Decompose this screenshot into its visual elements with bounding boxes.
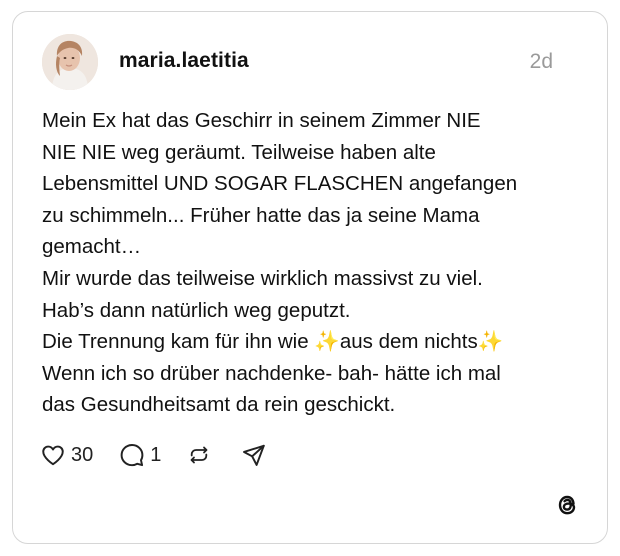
post-actions: 30 1 <box>40 440 267 470</box>
heart-icon <box>42 445 64 466</box>
post-line: gemacht… <box>42 235 142 259</box>
post-line: Wenn ich so drüber nachdenke- bah- hätte… <box>42 361 501 385</box>
like-count: 30 <box>71 443 94 466</box>
post-card: maria.laetitia 2d Mein Ex hat das Geschi… <box>12 11 608 544</box>
post-line: Mein Ex hat das Geschirr in seinem Zimme… <box>42 109 481 132</box>
post-line: zu schimmeln... Früher hatte das ja sein… <box>42 203 480 227</box>
post-line: Die Trennung kam für ihn wie ✨aus dem ni… <box>42 330 504 354</box>
avatar[interactable] <box>42 34 98 90</box>
threads-icon <box>558 495 576 515</box>
reply-count: 1 <box>150 443 162 466</box>
threads-logo-icon[interactable] <box>553 491 581 519</box>
comment-icon <box>120 444 144 467</box>
repost-icon <box>190 446 208 464</box>
avatar-photo <box>42 34 98 90</box>
post-timestamp: 2d <box>529 50 553 73</box>
post-line: NIE NIE weg geräumt. Teilweise haben alt… <box>42 140 436 164</box>
username[interactable]: maria.laetitia <box>119 49 249 73</box>
send-icon <box>243 444 266 466</box>
post-text: Mein Ex hat das Geschirr in seinem Zimme… <box>42 105 582 421</box>
post-line: das Gesundheitsamt da rein geschickt. <box>42 393 396 417</box>
post-line: Mir wurde das teilweise wirklich massivs… <box>42 266 483 290</box>
reply-button[interactable]: 1 <box>119 442 161 468</box>
repost-button[interactable] <box>187 443 211 467</box>
post-line: Lebensmittel UND SOGAR FLASCHEN angefang… <box>42 172 518 196</box>
like-button[interactable]: 30 <box>40 442 93 468</box>
post-line: Hab’s dann natürlich weg geputzt. <box>42 298 351 322</box>
share-button[interactable] <box>241 442 267 468</box>
